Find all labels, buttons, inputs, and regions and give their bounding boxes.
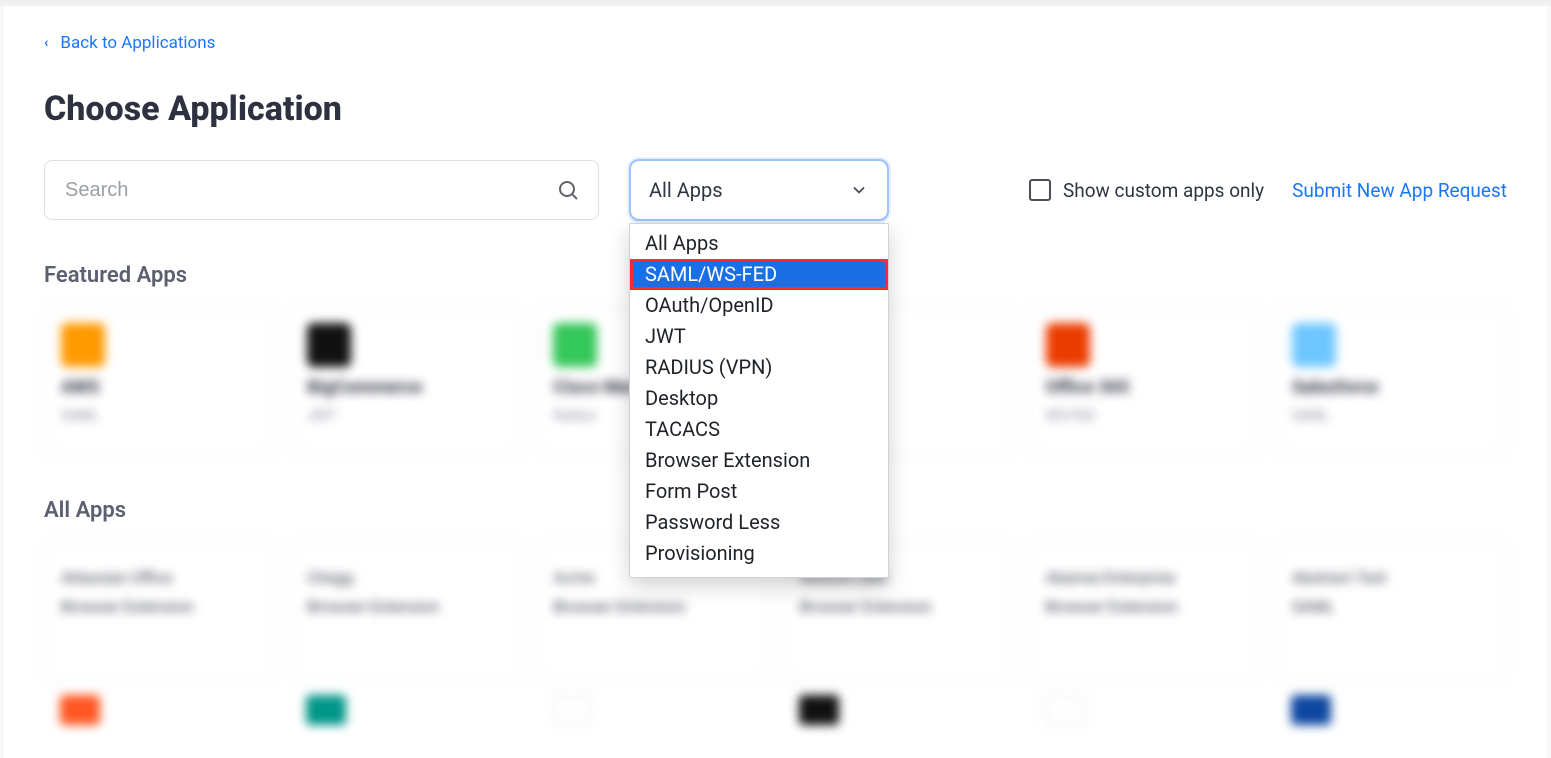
- filter-selected-label: All Apps: [649, 178, 723, 202]
- app-logo-icon: [60, 695, 100, 725]
- show-custom-apps-checkbox[interactable]: Show custom apps only: [1029, 179, 1264, 202]
- app-name: AWS: [61, 377, 259, 398]
- chevron-down-icon: [849, 180, 869, 200]
- app-card[interactable]: [290, 695, 522, 735]
- app-subtitle: SAML: [1292, 408, 1490, 424]
- back-label: Back to Applications: [60, 33, 215, 53]
- app-card[interactable]: Office 365 WS-FED: [1029, 306, 1261, 456]
- app-name: Abstract Test: [1292, 568, 1490, 587]
- app-subtitle: Browser Extension: [1046, 597, 1244, 616]
- app-card[interactable]: Salesforce SAML: [1275, 306, 1507, 456]
- app-subtitle: Browser Extension: [553, 597, 751, 616]
- app-name: BigCommerce: [307, 377, 505, 398]
- page-content: ‹ Back to Applications Choose Applicatio…: [4, 6, 1547, 758]
- search-input[interactable]: [63, 178, 556, 203]
- app-logo-icon: [306, 695, 346, 725]
- app-card[interactable]: [1275, 695, 1507, 735]
- checkbox-icon: [1029, 179, 1051, 201]
- app-logo-icon: [552, 695, 592, 725]
- app-subtitle: SAML: [1292, 597, 1490, 616]
- app-card[interactable]: [44, 695, 276, 735]
- app-name: Atlassian Office: [61, 568, 259, 587]
- app-card[interactable]: [1029, 695, 1261, 735]
- app-name: Chegg: [307, 568, 505, 587]
- filter-option[interactable]: Provisioning: [630, 538, 888, 569]
- app-logo-icon: [1292, 323, 1336, 367]
- filter-option[interactable]: TACACS: [630, 414, 888, 445]
- back-to-applications-link[interactable]: ‹ Back to Applications: [44, 33, 215, 53]
- checkbox-label: Show custom apps only: [1063, 179, 1264, 202]
- app-logo-icon: [1291, 695, 1331, 725]
- filter-option[interactable]: SAML/WS-FED: [630, 259, 888, 290]
- app-card[interactable]: Abstract Test SAML: [1275, 541, 1507, 681]
- app-card[interactable]: [536, 695, 768, 735]
- submit-new-app-link[interactable]: Submit New App Request: [1292, 179, 1507, 202]
- app-logo-icon: [553, 323, 597, 367]
- search-box[interactable]: [44, 160, 599, 220]
- app-card[interactable]: Chegg Browser Extension: [290, 541, 522, 681]
- app-subtitle: Browser Extension: [307, 597, 505, 616]
- page-title: Choose Application: [44, 89, 1507, 129]
- all-apps-row-3: [44, 695, 1507, 735]
- app-logo-icon: [1045, 695, 1085, 725]
- app-name: Akamai Enterprise: [1046, 568, 1244, 587]
- chevron-left-icon: ‹: [44, 35, 48, 51]
- app-subtitle: Browser Extension: [61, 597, 259, 616]
- filter-option[interactable]: Desktop: [630, 383, 888, 414]
- filter-option[interactable]: RADIUS (VPN): [630, 352, 888, 383]
- app-name: Salesforce: [1292, 377, 1490, 398]
- app-subtitle: Browser Extension: [800, 597, 998, 616]
- app-card[interactable]: BigCommerce JWT: [290, 306, 522, 456]
- search-icon: [556, 178, 580, 202]
- filter-option[interactable]: Browser Extension: [630, 445, 888, 476]
- filter-option[interactable]: JWT: [630, 321, 888, 352]
- app-card[interactable]: Atlassian Office Browser Extension: [44, 541, 276, 681]
- app-logo-icon: [799, 695, 839, 725]
- right-controls: Show custom apps only Submit New App Req…: [1029, 179, 1507, 202]
- app-subtitle: SAML: [61, 408, 259, 424]
- app-subtitle: JWT: [307, 408, 505, 424]
- app-card[interactable]: [783, 695, 1015, 735]
- filter-select[interactable]: All Apps: [629, 159, 889, 221]
- filter-dropdown[interactable]: All AppsSAML/WS-FEDOAuth/OpenIDJWTRADIUS…: [629, 223, 889, 578]
- app-subtitle: WS-FED: [1046, 408, 1244, 424]
- controls-row: All Apps All AppsSAML/WS-FEDOAuth/OpenID…: [44, 159, 1507, 221]
- filter-option[interactable]: OAuth/OpenID: [630, 290, 888, 321]
- app-card[interactable]: Akamai Enterprise Browser Extension: [1029, 541, 1261, 681]
- filter-option[interactable]: Form Post: [630, 476, 888, 507]
- app-card[interactable]: AWS SAML: [44, 306, 276, 456]
- app-logo-icon: [307, 323, 351, 367]
- app-logo-icon: [61, 323, 105, 367]
- app-logo-icon: [1046, 323, 1090, 367]
- filter-wrapper: All Apps All AppsSAML/WS-FEDOAuth/OpenID…: [629, 159, 889, 221]
- app-name: Office 365: [1046, 377, 1244, 398]
- filter-option[interactable]: Password Less: [630, 507, 888, 538]
- filter-option[interactable]: All Apps: [630, 228, 888, 259]
